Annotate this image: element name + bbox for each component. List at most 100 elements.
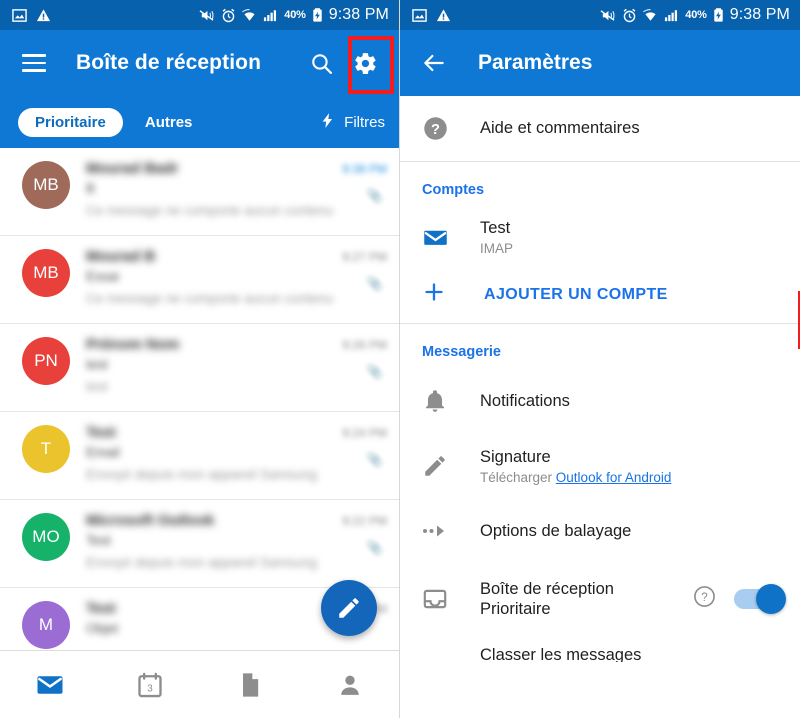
settings-row-label: Boîte de réception Prioritaire (480, 579, 614, 618)
inbox-tab-bar: Prioritaire Autres Filtres (0, 96, 399, 148)
tab-prioritaire[interactable]: Prioritaire (18, 107, 123, 137)
search-icon[interactable] (299, 41, 343, 85)
bottom-nav-people[interactable] (300, 651, 399, 718)
email-subject: Essai (86, 269, 120, 284)
settings-row-cut-off[interactable]: Classer les messages (400, 636, 800, 662)
email-time: 9:26 PM (342, 338, 387, 352)
bottom-nav-mail[interactable] (0, 651, 100, 718)
back-arrow-icon[interactable] (412, 41, 456, 85)
avatar[interactable]: M (22, 601, 70, 649)
avatar[interactable]: PN (22, 337, 70, 385)
page-title: Boîte de réception (76, 51, 261, 74)
account-row-texts: Test IMAP (480, 218, 782, 255)
email-list-item[interactable]: MB Mourad Badr 9:38 PM B Ce message ne compo… (0, 148, 399, 236)
attachment-icon: 📎 (366, 364, 383, 379)
compose-fab[interactable] (321, 580, 377, 636)
filters-button[interactable]: Filtres (319, 112, 385, 133)
status-bar-left: 40% 9:38 PM (0, 0, 399, 30)
email-body: Test 9:24 PM Email Envoyé depuis mon appare… (86, 423, 387, 482)
focused-inbox-texts: Boîte de réception Prioritaire (480, 579, 693, 619)
avatar[interactable]: MO (22, 513, 70, 561)
settings-row-swipe-options[interactable]: Options de balayage (400, 500, 800, 562)
email-subject: Email (86, 445, 120, 460)
hamburger-menu-icon[interactable] (12, 41, 56, 85)
bottom-nav-files[interactable] (200, 651, 300, 718)
avatar[interactable]: T (22, 425, 70, 473)
help-circle-icon: ? (422, 115, 456, 142)
email-list-item[interactable]: PN Prénom Nom 9:26 PM test test 📎 (0, 324, 399, 412)
settings-list: ? Aide et commentaires Comptes Test IMAP (400, 96, 800, 718)
focused-inbox-controls: ? (693, 584, 786, 614)
email-preview: Envoyé depuis mon appareil Samsung (86, 555, 318, 570)
email-preview: Ce message ne comporte aucun contenu (86, 291, 333, 306)
avatar[interactable]: MB (22, 161, 70, 209)
warning-icon (436, 8, 451, 23)
alarm-icon (622, 8, 637, 23)
settings-row-label: Options de balayage (480, 521, 632, 540)
status-bar-right-right-icons: 40% 9:38 PM (599, 6, 790, 24)
tab-autres[interactable]: Autres (145, 114, 193, 131)
email-sender: Test (86, 424, 116, 441)
email-body: Prénom Nom 9:26 PM test test (86, 335, 387, 394)
settings-row-help[interactable]: ? Aide et commentaires (400, 96, 800, 162)
settings-row-account[interactable]: Test IMAP (400, 208, 800, 266)
email-subject: Test (86, 533, 111, 548)
swipe-icon (422, 521, 456, 541)
signal-icon (664, 8, 679, 23)
email-list-item[interactable]: MB Mourad B 9:27 PM Essai Ce message ne comp… (0, 236, 399, 324)
add-account-label: AJOUTER UN COMPTE (484, 285, 668, 303)
email-body: Microsoft Outlook 9:22 PM Test Envoyé depui… (86, 511, 387, 570)
account-type: IMAP (480, 240, 514, 256)
email-list-item[interactable]: T Test 9:24 PM Email Envoyé depuis mon appar… (0, 412, 399, 500)
bottom-nav-calendar[interactable]: 3 (100, 651, 200, 718)
email-list[interactable]: MB Mourad Badr 9:38 PM B Ce message ne compo… (0, 148, 399, 650)
section-header-comptes: Comptes (422, 182, 485, 198)
image-icon (412, 8, 427, 23)
svg-text:?: ? (431, 122, 440, 138)
settings-panel: 40% 9:38 PM Paramètres ? Aide et comment… (400, 0, 800, 718)
bottom-navigation: 3 (0, 650, 399, 718)
focused-inbox-toggle[interactable] (734, 584, 786, 614)
gear-icon[interactable] (343, 41, 387, 85)
section-header-messagerie: Messagerie (422, 344, 501, 360)
email-body: Mourad Badr 9:38 PM B Ce message ne comport… (86, 159, 387, 218)
settings-row-signature[interactable]: Signature Télécharger Outlook for Androi… (400, 432, 800, 500)
email-preview: Ce message ne comporte aucun contenu (86, 203, 333, 218)
settings-row-label: Notifications (480, 391, 570, 410)
help-row-texts: Aide et commentaires (480, 118, 782, 138)
signature-subtitle: Télécharger Outlook for Android (480, 470, 782, 485)
avatar[interactable]: MB (22, 249, 70, 297)
attachment-icon: 📎 (366, 452, 383, 467)
email-row-top: Microsoft Outlook 9:22 PM (86, 512, 387, 529)
email-subject: B (86, 181, 96, 196)
settings-row-label: Classer les messages (480, 646, 642, 662)
email-sender: Test (86, 600, 116, 617)
email-time: 9:38 PM (342, 162, 387, 176)
settings-row-notifications[interactable]: Notifications (400, 370, 800, 432)
clock-label: 9:38 PM (328, 6, 389, 23)
email-time: 9:24 PM (342, 426, 387, 440)
email-time: 9:22 PM (342, 514, 387, 528)
lightning-bolt-icon (319, 112, 336, 133)
wifi-icon (643, 8, 658, 23)
screenshot-root: 40% 9:38 PM Boîte de réception Prioritai… (0, 0, 800, 718)
add-account-button[interactable]: AJOUTER UN COMPTE (400, 266, 800, 324)
alarm-icon (221, 8, 236, 23)
mute-vibrate-icon (599, 8, 616, 23)
swipe-row-texts: Options de balayage (480, 521, 782, 541)
email-list-item[interactable]: MO Microsoft Outlook 9:22 PM Test Envoyé dep… (0, 500, 399, 588)
status-bar-right: 40% 9:38 PM (400, 0, 800, 30)
status-bar-right-left-icons (412, 8, 451, 23)
envelope-icon (422, 224, 456, 251)
outlook-for-android-link[interactable]: Outlook for Android (556, 470, 672, 485)
help-circle-outline-icon[interactable]: ? (693, 585, 716, 613)
image-icon (12, 8, 27, 23)
status-bar-right-icons: 40% 9:38 PM (198, 6, 389, 24)
email-sender: Microsoft Outlook (86, 512, 215, 529)
settings-row-focused-inbox[interactable]: Boîte de réception Prioritaire ? (400, 562, 800, 636)
bell-icon (422, 388, 456, 414)
battery-charging-icon (713, 7, 724, 23)
cut-off-row-texts: Classer les messages (480, 646, 782, 662)
settings-row-label: Aide et commentaires (480, 119, 640, 138)
signal-icon (263, 8, 278, 23)
